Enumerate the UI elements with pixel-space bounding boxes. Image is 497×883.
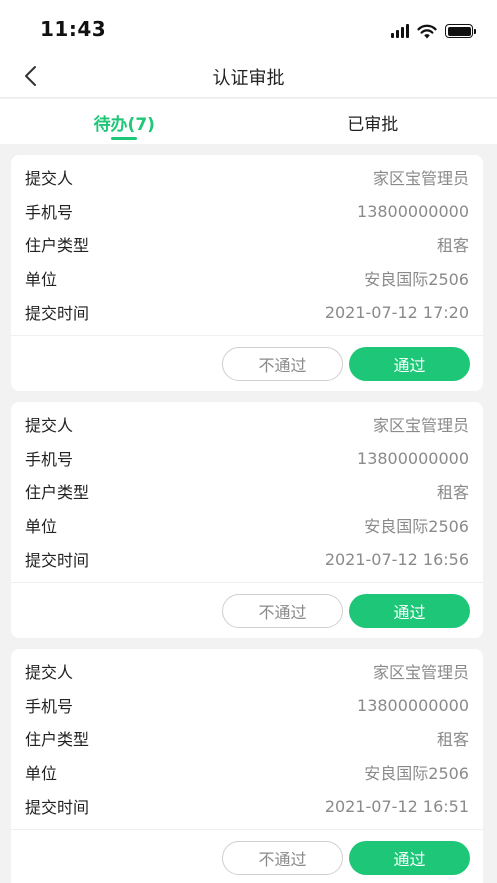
resident-type-label: 住户类型 (25, 483, 90, 502)
submitter-label: 提交人 (25, 663, 74, 682)
tab-approved[interactable]: 已审批 (249, 99, 497, 144)
phone-value: 13800000000 (357, 448, 469, 468)
resident-type-row: 住户类型 租客 (25, 726, 469, 750)
cellular-signal-icon (391, 24, 409, 38)
phone-label: 手机号 (25, 450, 74, 469)
unit-label: 单位 (25, 517, 58, 536)
submitter-value: 家区宝管理员 (372, 416, 469, 435)
phone-label: 手机号 (25, 697, 74, 716)
submitter-label: 提交人 (25, 169, 74, 188)
page-title: 认证审批 (212, 68, 285, 89)
tab-active-indicator (111, 137, 138, 140)
phone-row: 手机号 13800000000 (25, 199, 469, 223)
status-bar: 11:43 (0, 0, 497, 56)
card-divider (11, 829, 483, 830)
card-divider (11, 582, 483, 583)
reject-button[interactable]: 不通过 (222, 841, 343, 875)
resident-type-row: 住户类型 租客 (25, 232, 469, 256)
submit-time-label: 提交时间 (25, 304, 90, 323)
resident-type-value: 租客 (436, 236, 469, 255)
card-divider (11, 335, 483, 336)
unit-label: 单位 (25, 270, 58, 289)
tab-pending-label: 待办(7) (93, 115, 155, 135)
battery-icon (445, 24, 476, 38)
resident-type-value: 租客 (436, 730, 469, 749)
submitter-value: 家区宝管理员 (372, 169, 469, 188)
phone-value: 13800000000 (357, 201, 469, 221)
submit-time-row: 提交时间 2021-07-12 16:51 (25, 794, 469, 818)
approval-card: 提交人 家区宝管理员 手机号 13800000000 住户类型 租客 单位 安良… (11, 155, 483, 391)
tab-bar: 待办(7) 已审批 (0, 99, 497, 144)
reject-button[interactable]: 不通过 (222, 347, 343, 381)
submit-time-label: 提交时间 (25, 551, 90, 570)
approve-button[interactable]: 通过 (349, 594, 470, 628)
nav-bar: 认证审批 (0, 56, 497, 98)
phone-row: 手机号 13800000000 (25, 446, 469, 470)
submitter-value: 家区宝管理员 (372, 663, 469, 682)
approval-card: 提交人 家区宝管理员 手机号 13800000000 住户类型 租客 单位 安良… (11, 402, 483, 638)
status-time: 11:43 (40, 17, 107, 41)
phone-value: 13800000000 (357, 695, 469, 715)
tab-pending[interactable]: 待办(7) (0, 99, 249, 144)
unit-value: 安良国际2506 (364, 517, 469, 536)
submit-time-row: 提交时间 2021-07-12 16:56 (25, 547, 469, 571)
approve-button[interactable]: 通过 (349, 347, 470, 381)
submitter-label: 提交人 (25, 416, 74, 435)
submit-time-row: 提交时间 2021-07-12 17:20 (25, 300, 469, 324)
submitter-row: 提交人 家区宝管理员 (25, 412, 469, 436)
phone-label: 手机号 (25, 203, 74, 222)
unit-label: 单位 (25, 764, 58, 783)
resident-type-row: 住户类型 租客 (25, 479, 469, 503)
approval-card: 提交人 家区宝管理员 手机号 13800000000 住户类型 租客 单位 安良… (11, 649, 483, 883)
unit-row: 单位 安良国际2506 (25, 760, 469, 784)
status-icons (391, 22, 476, 40)
resident-type-value: 租客 (436, 483, 469, 502)
reject-button[interactable]: 不通过 (222, 594, 343, 628)
resident-type-label: 住户类型 (25, 730, 90, 749)
unit-row: 单位 安良国际2506 (25, 266, 469, 290)
phone-row: 手机号 13800000000 (25, 693, 469, 717)
unit-row: 单位 安良国际2506 (25, 513, 469, 537)
unit-value: 安良国际2506 (364, 270, 469, 289)
submit-time-value: 2021-07-12 17:20 (324, 302, 469, 322)
submit-time-value: 2021-07-12 16:56 (324, 549, 469, 569)
approve-button[interactable]: 通过 (349, 841, 470, 875)
tab-approved-label: 已审批 (347, 115, 399, 135)
resident-type-label: 住户类型 (25, 236, 90, 255)
submit-time-label: 提交时间 (25, 798, 90, 817)
wifi-icon (417, 24, 437, 38)
unit-value: 安良国际2506 (364, 764, 469, 783)
submitter-row: 提交人 家区宝管理员 (25, 659, 469, 683)
screen: 11:43 认证审批 待办(7) 已审批 提交人 家区宝管理员 手机号 1380… (0, 0, 497, 883)
submit-time-value: 2021-07-12 16:51 (324, 796, 469, 816)
submitter-row: 提交人 家区宝管理员 (25, 165, 469, 189)
